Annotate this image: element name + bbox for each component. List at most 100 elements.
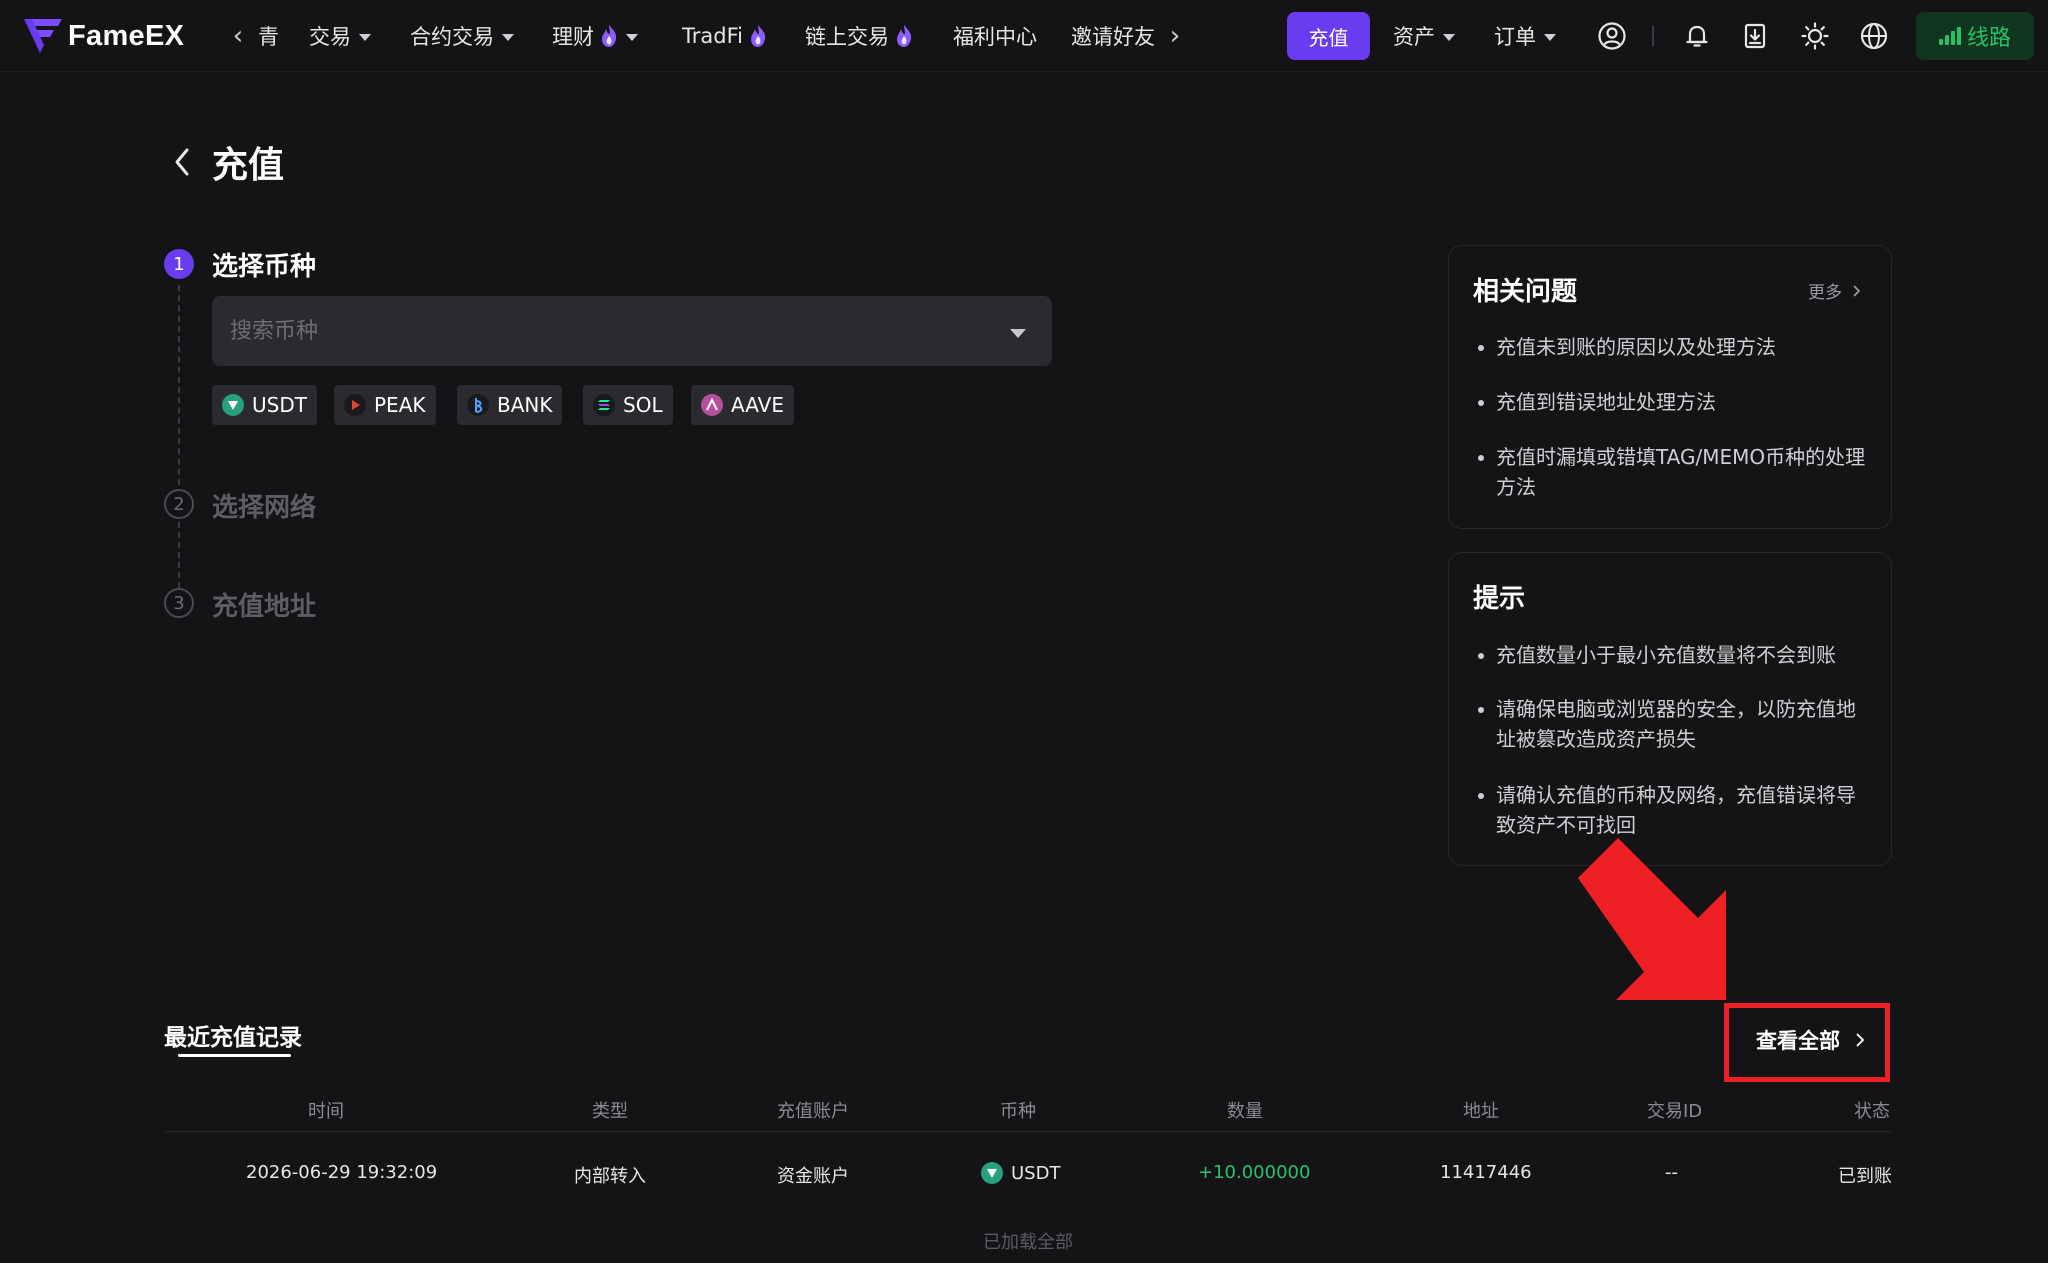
globe-icon[interactable] <box>1857 19 1891 53</box>
nav-item-label: 理财 <box>552 25 594 49</box>
peak-icon <box>344 394 366 416</box>
divider <box>1652 26 1654 46</box>
step-1-label: 选择币种 <box>212 252 317 282</box>
record-type: 内部转入 <box>574 1166 646 1187</box>
sol-icon <box>593 394 615 416</box>
quick-coin-sol[interactable]: SOL <box>583 385 673 425</box>
record-address: 11417446 <box>1440 1162 1532 1183</box>
chevron-right-icon <box>1856 1033 1865 1047</box>
chevron-down-icon <box>626 33 638 41</box>
nav-item-orders[interactable]: 订单 <box>1494 20 1556 52</box>
column-header-coin: 币种 <box>1000 1101 1036 1122</box>
sun-icon[interactable] <box>1798 19 1832 53</box>
column-header-address: 地址 <box>1463 1101 1499 1122</box>
network-line-button[interactable]: 线路 <box>1916 12 2034 60</box>
nav-item-tradfi[interactable]: TradFi <box>682 20 767 52</box>
coin-search-input[interactable] <box>230 296 990 366</box>
flame-icon <box>897 25 912 47</box>
faq-title: 相关问题 <box>1473 277 1578 307</box>
step-connector <box>178 285 180 485</box>
column-header-account: 充值账户 <box>777 1101 849 1122</box>
chevron-down-icon[interactable] <box>1010 329 1026 338</box>
back-arrow-icon[interactable] <box>170 145 194 179</box>
nav-item-label: 合约交易 <box>410 25 494 49</box>
coin-symbol: SOL <box>623 393 663 417</box>
brand-name: FameEX <box>68 19 185 52</box>
quick-coin-bank[interactable]: BANK <box>457 385 563 425</box>
flame-icon <box>750 25 766 47</box>
column-header-txid: 交易ID <box>1647 1101 1703 1122</box>
nav-scroll-left-icon[interactable]: ‹ <box>226 22 250 50</box>
coin-symbol: USDT <box>252 393 307 417</box>
record-status: 已到账 <box>1838 1166 1892 1187</box>
tip-item: 请确保电脑或浏览器的安全，以防充值地址被篡改造成资产损失 <box>1476 694 1866 754</box>
chevron-right-icon <box>1853 284 1861 297</box>
record-txid: -- <box>1665 1162 1678 1183</box>
bell-icon[interactable] <box>1680 19 1714 53</box>
coin-symbol: PEAK <box>374 393 426 417</box>
nav-item-label: 链上交易 <box>805 25 889 49</box>
nav-item-label: 订单 <box>1494 25 1536 49</box>
step-3-label: 充值地址 <box>212 592 317 622</box>
records-tab-underline <box>178 1054 291 1057</box>
faq-item[interactable]: 充值时漏填或错填TAG/MEMO币种的处理方法 <box>1476 442 1866 502</box>
faq-item[interactable]: 充值未到账的原因以及处理方法 <box>1476 332 1866 362</box>
column-header-time: 时间 <box>308 1101 344 1122</box>
nav-item-rewards[interactable]: 福利中心 <box>953 20 1037 52</box>
nav-item-assets[interactable]: 资产 <box>1393 20 1455 52</box>
coin-symbol: AAVE <box>731 393 784 417</box>
nav-item-futures[interactable]: 合约交易 <box>410 20 514 52</box>
nav-item-earn[interactable]: 理财 <box>552 20 638 52</box>
record-account: 资金账户 <box>777 1166 849 1187</box>
view-all-button[interactable]: 查看全部 <box>1756 1025 1866 1055</box>
usdt-icon <box>222 394 244 416</box>
annotation-arrow <box>1578 838 1726 1000</box>
quick-coin-aave[interactable]: AAVE <box>691 385 794 425</box>
nav-item-truncated[interactable]: 青 <box>258 20 279 52</box>
nav-item-onchain[interactable]: 链上交易 <box>805 20 913 52</box>
chevron-down-icon <box>1443 33 1455 41</box>
tips-title: 提示 <box>1473 584 1526 614</box>
fameex-logo-icon <box>24 19 62 53</box>
step-3-number: 3 <box>164 588 194 618</box>
nav-scroll-right-icon[interactable]: › <box>1163 22 1187 50</box>
record-coin-symbol: USDT <box>1011 1162 1061 1184</box>
faq-more-link[interactable]: 更多 <box>1808 278 1862 303</box>
page-title: 充值 <box>212 145 285 186</box>
record-amount: +10.000000 <box>1198 1162 1311 1183</box>
records-title[interactable]: 最近充值记录 <box>164 1018 302 1052</box>
faq-item[interactable]: 充值到错误地址处理方法 <box>1476 387 1866 417</box>
chevron-down-icon <box>502 33 514 41</box>
step-2-label: 选择网络 <box>212 493 317 523</box>
nav-item-invite[interactable]: 邀请好友 <box>1071 20 1155 52</box>
aave-icon <box>701 394 723 416</box>
step-connector <box>178 522 180 588</box>
coin-search-select[interactable] <box>212 296 1052 366</box>
network-line-label: 线路 <box>1966 26 2011 51</box>
faq-more-label: 更多 <box>1808 283 1842 303</box>
record-coin: USDT <box>981 1162 1060 1184</box>
bank-icon <box>467 394 489 416</box>
chevron-down-icon <box>1544 33 1556 41</box>
nav-item-trade[interactable]: 交易 <box>309 20 371 52</box>
signal-icon <box>1938 27 1961 45</box>
usdt-icon <box>981 1162 1003 1184</box>
download-icon[interactable] <box>1738 19 1772 53</box>
loaded-all-text: 已加载全部 <box>983 1232 1073 1253</box>
nav-item-label: 资产 <box>1393 25 1435 49</box>
tip-item: 请确认充值的币种及网络，充值错误将导致资产不可找回 <box>1476 780 1866 840</box>
nav-item-label: 交易 <box>309 25 351 49</box>
column-header-status: 状态 <box>1854 1101 1890 1122</box>
table-divider <box>164 1131 1892 1132</box>
quick-coin-peak[interactable]: PEAK <box>334 385 436 425</box>
quick-coin-usdt[interactable]: USDT <box>212 385 317 425</box>
fameex-logo[interactable]: FameEX <box>22 14 184 58</box>
step-1-number: 1 <box>164 249 194 279</box>
user-icon[interactable] <box>1595 19 1629 53</box>
nav-item-label: TradFi <box>682 24 743 48</box>
deposit-button[interactable]: 充值 <box>1287 12 1370 60</box>
view-all-label: 查看全部 <box>1756 1029 1840 1053</box>
column-header-amount: 数量 <box>1227 1101 1263 1122</box>
chevron-down-icon <box>359 33 371 41</box>
flame-icon <box>602 25 617 47</box>
